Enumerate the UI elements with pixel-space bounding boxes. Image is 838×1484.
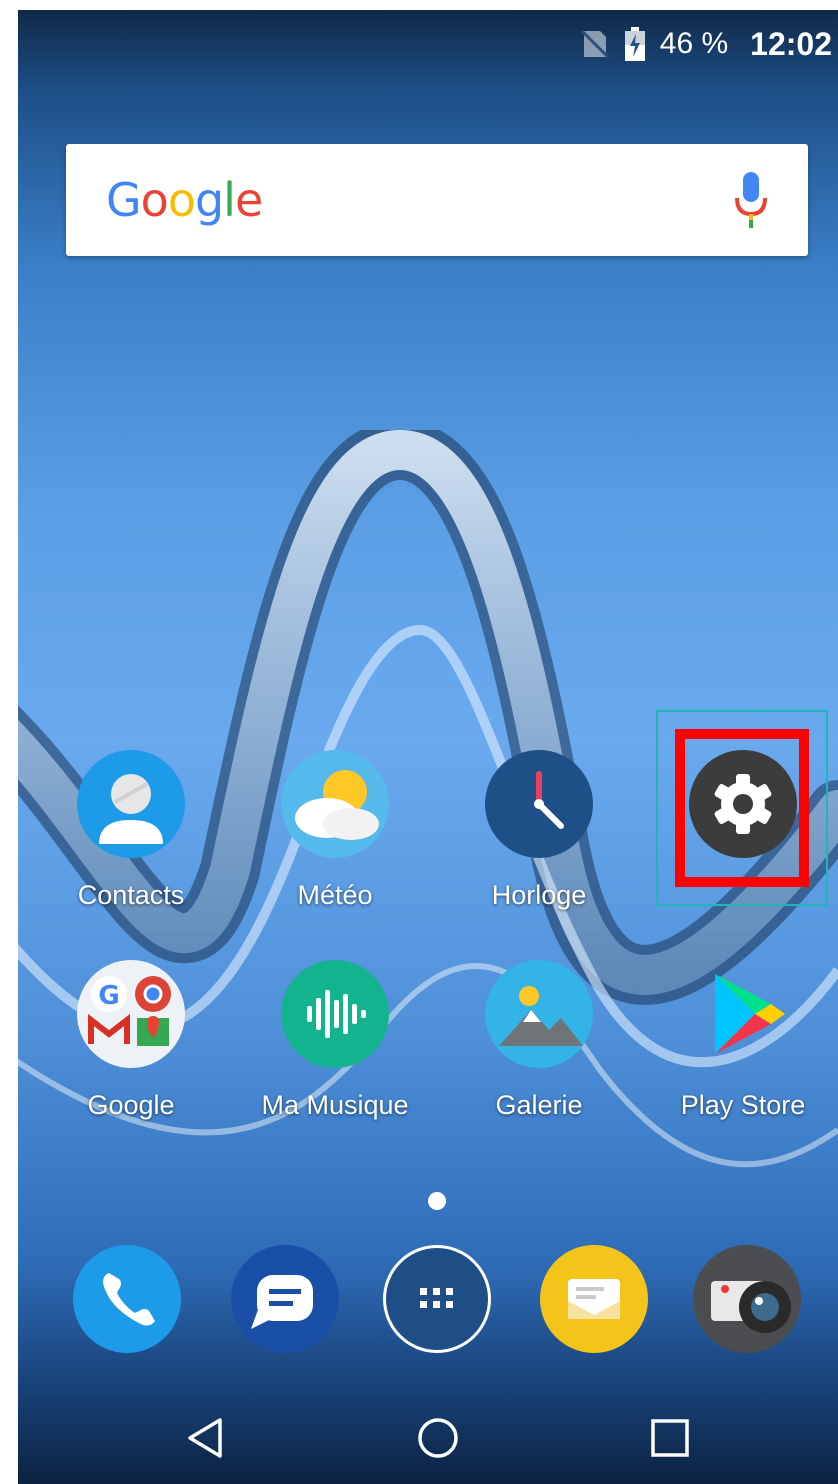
frame-top: [0, 0, 838, 10]
app-label: Ma Musique: [261, 1090, 409, 1120]
email-icon[interactable]: [540, 1245, 648, 1353]
page-indicator: [428, 1192, 446, 1210]
home-icon[interactable]: [416, 1416, 460, 1460]
app-label: Horloge: [491, 880, 587, 910]
status-bar: 46 % 12:02: [580, 22, 832, 66]
frame-left: [0, 0, 18, 1484]
app-google-folder[interactable]: G Google: [36, 960, 226, 1121]
google-search-bar[interactable]: Google: [66, 144, 808, 256]
highlight-red-frame: [675, 729, 809, 887]
app-horloge[interactable]: Horloge: [444, 750, 634, 911]
app-label: Google: [87, 1090, 175, 1120]
recents-icon[interactable]: [648, 1416, 692, 1460]
app-contacts[interactable]: Contacts: [36, 750, 226, 911]
app-label: Contacts: [77, 880, 185, 910]
app-label: Play Store: [680, 1090, 806, 1120]
app-meteo[interactable]: Météo: [240, 750, 430, 911]
battery-percentage: 46 %: [659, 27, 729, 60]
app-label: Météo: [297, 880, 373, 910]
highlight-box: [656, 710, 828, 906]
microphone-icon[interactable]: [734, 172, 768, 228]
home-screen: 46 % 12:02 Google Contacts Météo Horloge…: [0, 0, 838, 1484]
battery-charging-icon: [624, 27, 645, 61]
google-logo: Google: [106, 173, 263, 227]
music-icon: [281, 960, 389, 1068]
messages-icon[interactable]: [231, 1245, 339, 1353]
app-label: Galerie: [495, 1090, 583, 1120]
no-sim-icon: [580, 29, 609, 59]
app-play-store[interactable]: Play Store: [648, 960, 838, 1121]
camera-icon[interactable]: [693, 1245, 801, 1353]
gallery-icon: [485, 960, 593, 1068]
clock: 12:02: [750, 25, 832, 62]
app-galerie[interactable]: Galerie: [444, 960, 634, 1121]
phone-icon[interactable]: [73, 1245, 181, 1353]
play-store-icon: [689, 960, 797, 1068]
app-ma-musique[interactable]: Ma Musique: [240, 960, 430, 1121]
google-folder-icon: G: [77, 960, 185, 1068]
contacts-icon: [77, 750, 185, 858]
back-icon[interactable]: [184, 1416, 228, 1460]
app-drawer-icon[interactable]: [383, 1245, 491, 1353]
clock-icon: [485, 750, 593, 858]
weather-icon: [281, 750, 389, 858]
svg-text:G: G: [98, 981, 119, 1011]
